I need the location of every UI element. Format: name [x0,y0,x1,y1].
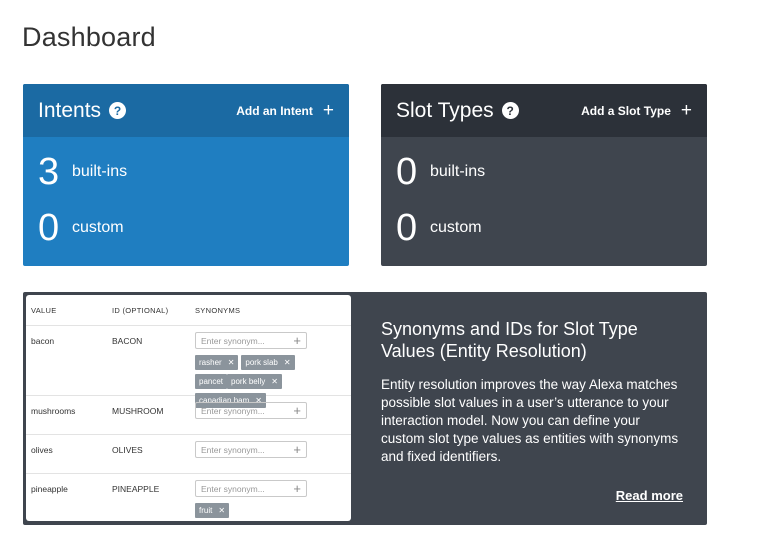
value-cell: mushrooms [31,406,76,416]
slot-types-builtins-stat[interactable]: 0 built-ins [381,144,707,200]
value-cell: pineapple [31,484,68,494]
close-icon: ✕ [283,358,291,367]
intents-card-header: Intents ? Add an Intent + [23,84,349,137]
synonym-chip: rasher ✕ [195,355,239,370]
chip-label: fruit [199,506,213,515]
value-cell: olives [31,445,53,455]
id-cell: MUSHROOM [112,406,164,416]
read-more-link[interactable]: Read more [616,488,683,503]
builtins-count: 0 [396,151,418,193]
slot-types-title-group: Slot Types ? [396,99,519,123]
chip-label: pancet [199,377,224,386]
intents-card: Intents ? Add an Intent + 3 built-ins 0 … [23,84,349,266]
synonyms-cell: Enter synonym... + [195,396,351,434]
slot-types-card: Slot Types ? Add a Slot Type + 0 built-i… [381,84,707,266]
page-title: Dashboard [22,22,156,52]
add-slot-type-button[interactable]: Add a Slot Type + [581,101,692,120]
plus-icon: + [293,403,301,418]
close-icon: ✕ [271,377,278,386]
slot-types-title: Slot Types [396,98,494,122]
help-icon[interactable]: ? [109,102,127,119]
plus-icon: + [293,481,301,496]
id-column-header: ID (OPTIONAL) [112,305,169,315]
synonym-chip: pork slab ✕ [241,355,295,370]
plus-icon: + [680,100,692,121]
synonyms-cell: Enter synonym... + rasher ✕ pork slab ✕ pa… [195,326,351,408]
synonym-chip: pancet [195,374,228,389]
table-header: VALUE ID (OPTIONAL) SYNONYMS [26,295,351,325]
synonym-input: Enter synonym... + [195,332,307,349]
value-column-header: VALUE [31,305,57,315]
add-slot-type-label: Add a Slot Type [581,103,671,118]
intents-builtins-stat[interactable]: 3 built-ins [23,144,349,200]
info-body: Entity resolution improves the way Alexa… [381,377,679,464]
custom-label: custom [72,219,124,236]
id-cell: BACON [112,336,143,346]
table-row: pineapple PINEAPPLE Enter synonym... + f… [26,473,351,521]
builtins-label: built-ins [430,163,486,180]
value-cell: bacon [31,336,55,346]
slot-types-card-header: Slot Types ? Add a Slot Type + [381,84,707,137]
id-cell: PINEAPPLE [112,484,160,494]
synonym-input: Enter synonym... + [195,402,307,419]
plus-icon: + [293,333,301,348]
help-icon[interactable]: ? [501,102,519,119]
info-title: Synonyms and IDs for Slot Type Values (E… [381,319,638,361]
synonym-input: Enter synonym... + [195,441,307,458]
slot-types-custom-stat[interactable]: 0 custom [381,200,707,256]
intents-title: Intents [38,98,102,122]
synonym-chips: fruit ✕ [195,503,325,521]
add-intent-label: Add an Intent [236,103,313,118]
slot-values-table-preview: VALUE ID (OPTIONAL) SYNONYMS bacon BACON… [26,295,351,521]
custom-label: custom [430,219,482,236]
synonyms-cell: Enter synonym... + [195,435,351,473]
synonym-placeholder: Enter synonym... [201,405,265,416]
info-text: Synonyms and IDs for Slot Type Values (E… [381,318,681,466]
synonyms-cell: Enter synonym... + fruit ✕ [195,474,351,521]
chip-label: rasher [199,358,222,367]
intents-custom-stat[interactable]: 0 custom [23,200,349,256]
chip-label: pork belly [231,377,266,386]
intents-title-group: Intents ? [38,98,127,123]
chip-label: pork slab [245,358,278,367]
add-intent-button[interactable]: Add an Intent + [236,101,334,120]
id-cell: OLIVES [112,445,143,455]
custom-count: 0 [38,207,60,249]
table-row: olives OLIVES Enter synonym... + [26,434,351,473]
synonym-placeholder: Enter synonym... [201,444,265,455]
synonym-chip: pork belly ✕ [227,374,282,389]
custom-count: 0 [396,207,418,249]
close-icon: ✕ [218,506,226,515]
synonym-placeholder: Enter synonym... [201,483,265,494]
close-icon: ✕ [227,358,235,367]
synonym-placeholder: Enter synonym... [201,335,265,346]
synonym-input: Enter synonym... + [195,480,307,497]
plus-icon: + [293,442,301,457]
entity-resolution-panel: VALUE ID (OPTIONAL) SYNONYMS bacon BACON… [23,292,707,525]
plus-icon: + [322,100,334,121]
synonym-chip: fruit ✕ [195,503,230,518]
builtins-count: 3 [38,151,60,193]
table-row: bacon BACON Enter synonym... + rasher ✕ p… [26,325,351,408]
synonyms-column-header: SYNONYMS [195,305,241,315]
table-row: mushrooms MUSHROOM Enter synonym... + [26,395,351,434]
builtins-label: built-ins [72,163,128,180]
